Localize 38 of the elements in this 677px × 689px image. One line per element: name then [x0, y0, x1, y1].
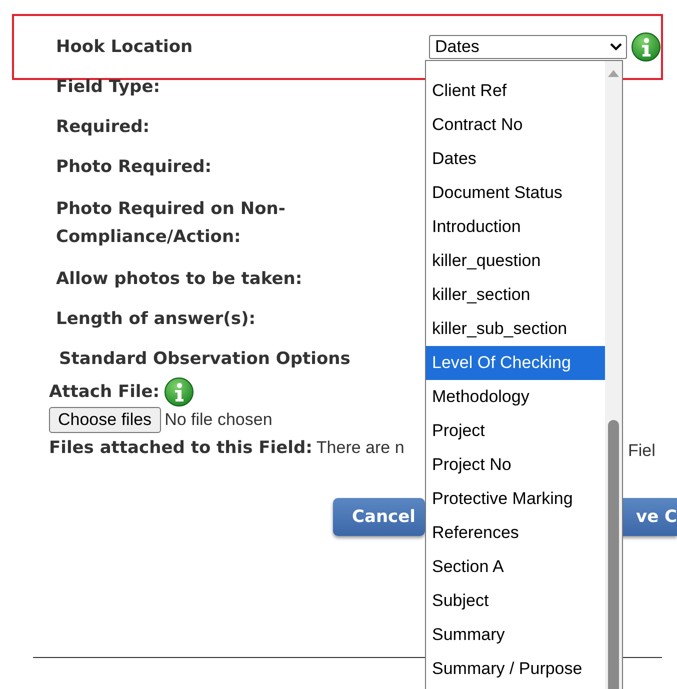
dropdown-option[interactable]: Dates — [426, 142, 605, 176]
field-label: Photo Required on Non-Compliance/Action: — [56, 198, 286, 249]
cancel-button[interactable]: Cancel — [333, 498, 425, 536]
dropdown-option[interactable]: Client Ref — [426, 74, 605, 108]
dropdown-option[interactable]: killer_section — [426, 278, 605, 312]
dropdown-option[interactable]: Subject — [426, 584, 605, 618]
dropdown-option[interactable]: Methodology — [426, 380, 605, 414]
field-label: Allow photos to be taken: — [56, 268, 302, 291]
dropdown-option[interactable]: Project No — [426, 448, 605, 482]
section-heading: Standard Observation Options — [59, 348, 350, 371]
field-label: Field Type: — [56, 76, 160, 99]
dropdown-option[interactable]: Project — [426, 414, 605, 448]
attached-files-text: Fiel — [628, 440, 656, 462]
info-icon — [631, 32, 661, 62]
dropdown-option[interactable]: Section A — [426, 550, 605, 584]
scrollbar[interactable] — [605, 61, 622, 689]
attached-files-label: Files attached to this Field: — [49, 438, 312, 458]
dropdown-option[interactable]: Level Of Checking — [426, 346, 605, 380]
scrollbar-thumb[interactable] — [608, 420, 619, 689]
dropdown-option[interactable]: Introduction — [426, 210, 605, 244]
field-label: Hook Location — [56, 37, 194, 57]
attached-files-text: There are n — [316, 438, 404, 458]
choose-files-button[interactable]: Choose files — [49, 407, 161, 433]
dropdown-option[interactable]: killer_sub_section — [426, 312, 605, 346]
scroll-up-icon[interactable] — [608, 70, 619, 77]
field-label: Length of answer(s): — [56, 308, 256, 331]
chevron-down-icon — [610, 43, 622, 51]
file-status: No file chosen — [164, 410, 272, 430]
dropdown-option[interactable]: Document Status — [426, 176, 605, 210]
attach-file-label: Attach File: — [49, 382, 160, 402]
field-label: Required: — [56, 116, 150, 139]
info-icon — [164, 377, 194, 407]
dropdown-option[interactable]: Summary — [426, 618, 605, 652]
dropdown-option[interactable]: Contract No — [426, 108, 605, 142]
field-label: Photo Required: — [56, 156, 212, 179]
dropdown-option[interactable]: Summary / Purpose — [426, 652, 605, 686]
hook-location-select[interactable]: Dates — [429, 35, 627, 59]
dropdown-option[interactable]: killer_question — [426, 244, 605, 278]
